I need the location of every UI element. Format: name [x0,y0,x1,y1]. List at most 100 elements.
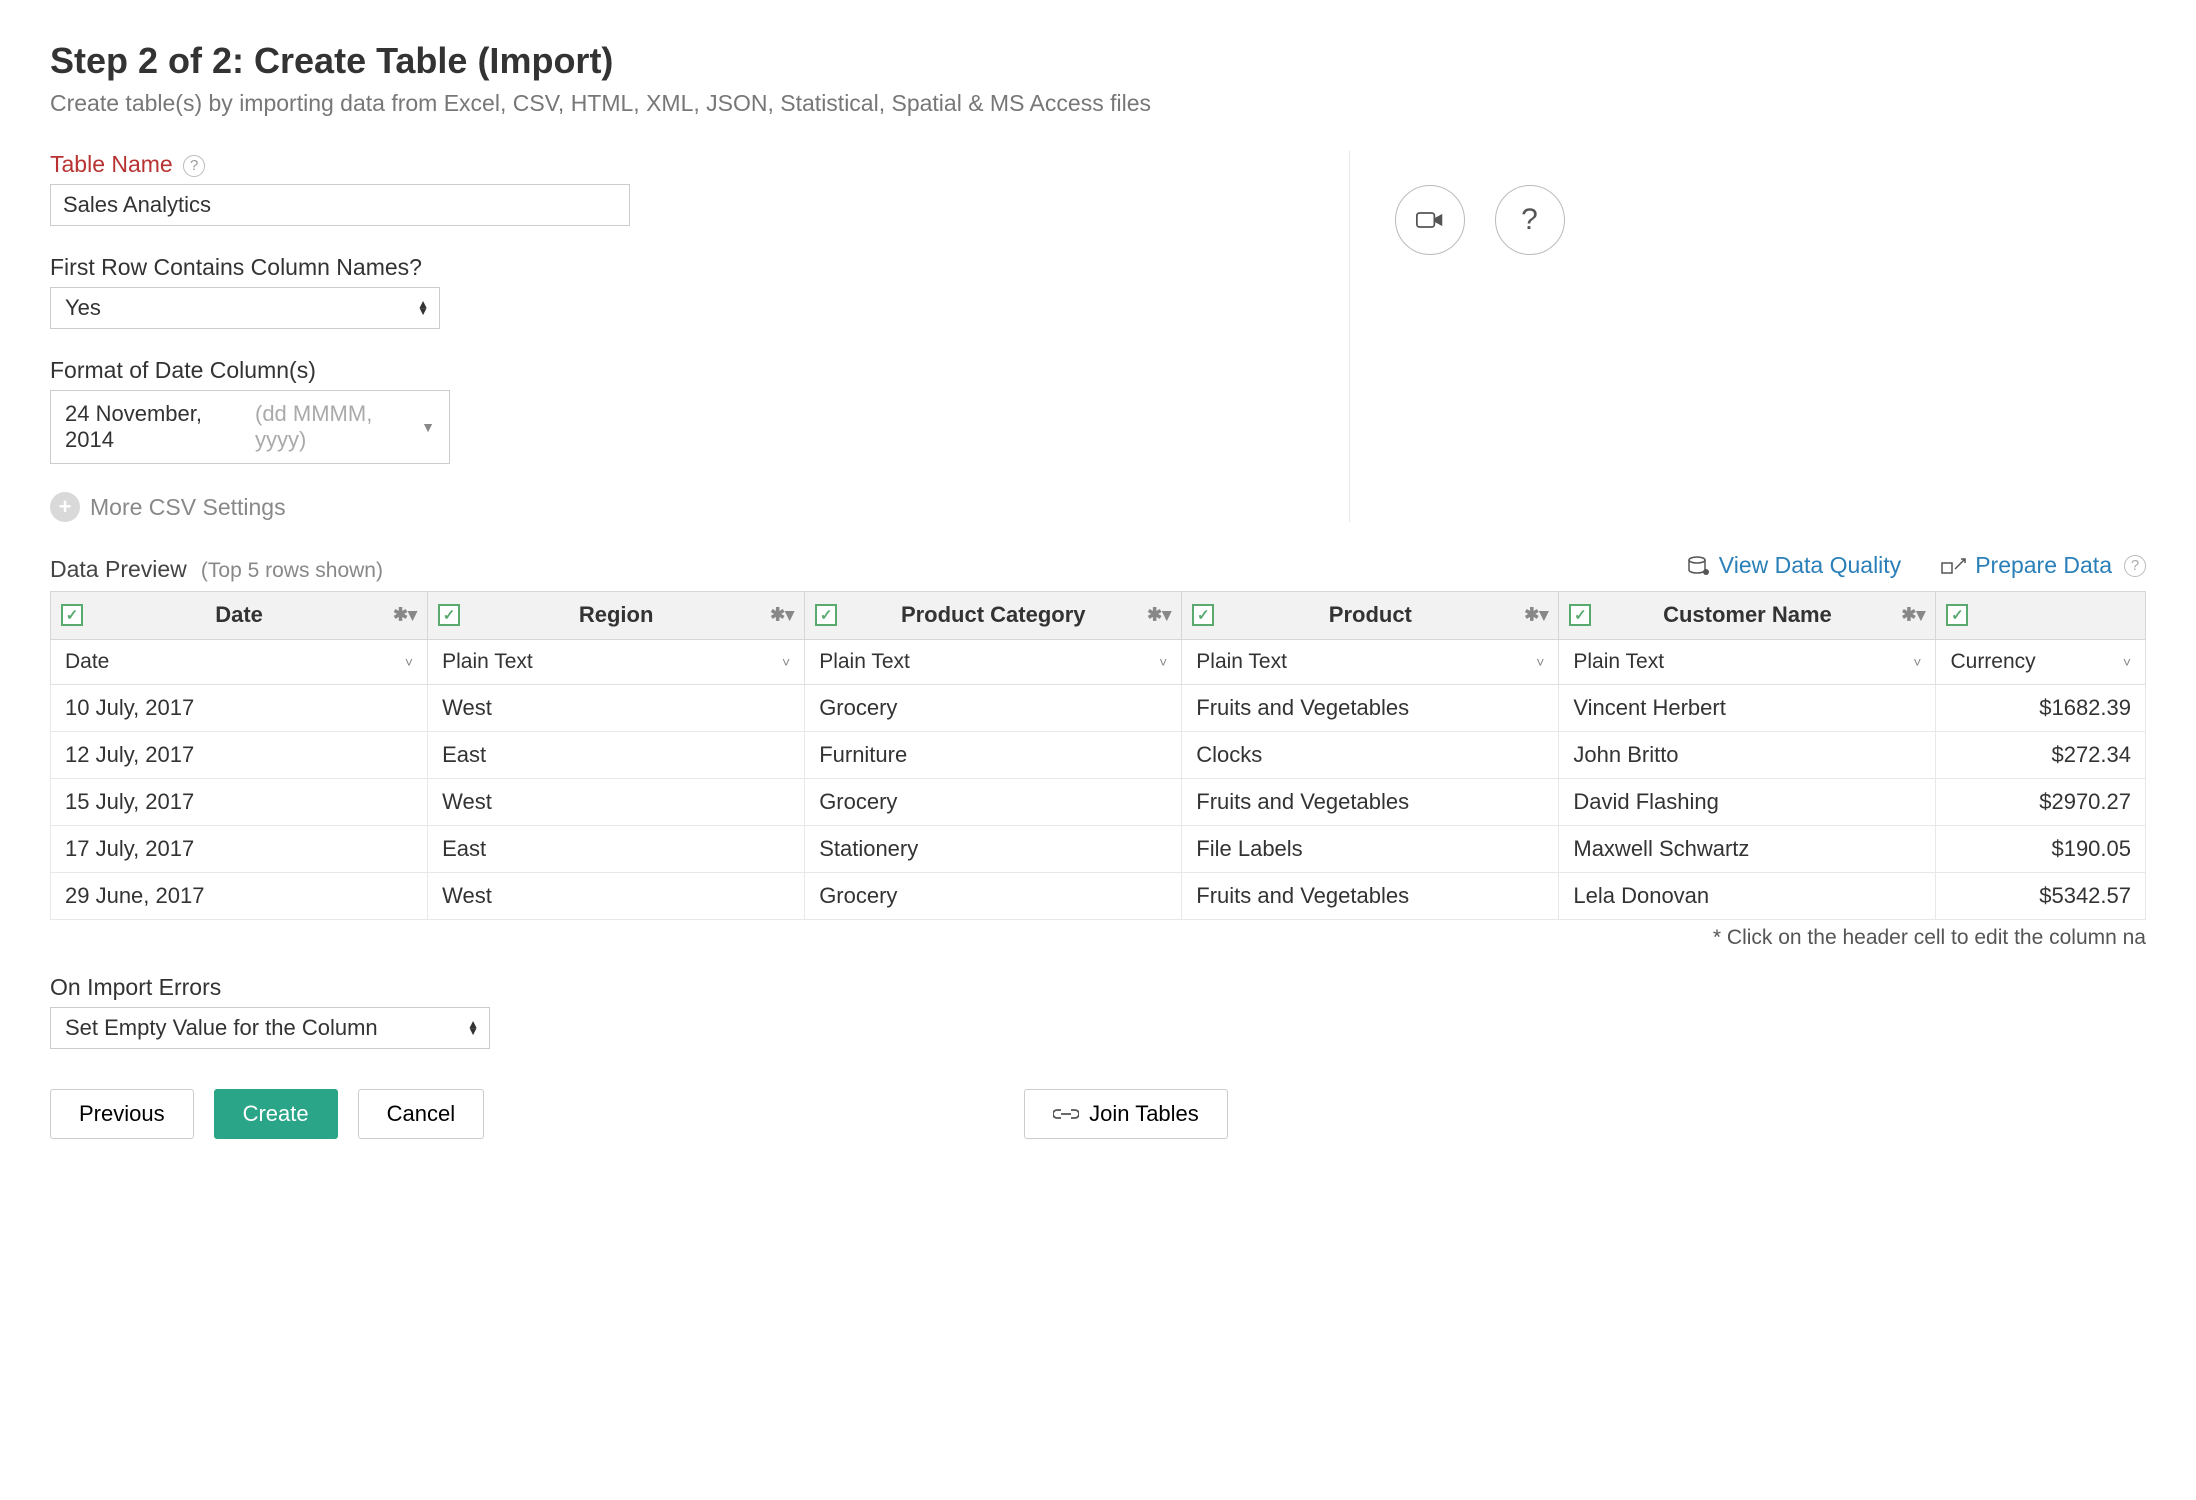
table-cell: Vincent Herbert [1559,684,1936,731]
create-button[interactable]: Create [214,1089,338,1139]
join-tables-button[interactable]: Join Tables [1024,1089,1228,1139]
table-cell: File Labels [1182,825,1559,872]
table-cell: Grocery [805,684,1182,731]
table-cell: Lela Donovan [1559,872,1936,919]
table-cell: Clocks [1182,731,1559,778]
table-cell: 15 July, 2017 [51,778,428,825]
column-header[interactable]: ✓Customer Name✱▾ [1559,591,1936,639]
column-include-checkbox[interactable]: ✓ [1192,604,1214,626]
column-header[interactable]: ✓ Region ✱▾ [428,591,805,639]
chevron-down-icon: ˅ [2123,654,2131,670]
column-header[interactable]: ✓ [1936,591,2146,639]
column-name: Product Category [901,602,1086,627]
table-row: 10 July, 2017WestGroceryFruits and Veget… [51,684,2146,731]
table-cell: $5342.57 [1936,872,2146,919]
table-cell: Fruits and Vegetables [1182,872,1559,919]
type-selector-row: Date˅Plain Text˅Plain Text˅Plain Text˅Pl… [51,639,2146,684]
table-row: 12 July, 2017EastFurnitureClocksJohn Bri… [51,731,2146,778]
table-cell: $2970.27 [1936,778,2146,825]
column-name: Date [215,602,263,627]
video-camera-icon [1416,210,1444,230]
date-format-select[interactable]: 24 November, 2014 (dd MMMM, yyyy) ▼ [50,390,450,464]
table-cell: 29 June, 2017 [51,872,428,919]
table-cell: East [428,731,805,778]
column-type-select[interactable]: Plain Text˅ [805,640,1181,684]
header-edit-hint: * Click on the header cell to edit the c… [50,926,2146,950]
select-arrows-icon: ▲▼ [467,1021,479,1035]
table-cell: 17 July, 2017 [51,825,428,872]
table-cell: Fruits and Vegetables [1182,684,1559,731]
chevron-down-icon: ˅ [1913,654,1921,670]
view-data-quality-link[interactable]: View Data Quality [1687,552,1901,579]
table-cell: Grocery [805,872,1182,919]
select-arrows-icon: ▲▼ [417,301,429,315]
column-include-checkbox[interactable]: ✓ [61,604,83,626]
column-include-checkbox[interactable]: ✓ [1569,604,1591,626]
table-name-label: Table Name ? [50,151,1309,178]
table-cell: $1682.39 [1936,684,2146,731]
table-cell: Furniture [805,731,1182,778]
video-tutorial-button[interactable] [1395,185,1465,255]
date-format-label: Format of Date Column(s) [50,357,1309,384]
help-icon[interactable]: ? [2124,555,2146,577]
column-type-select[interactable]: Plain Text˅ [1559,640,1935,684]
date-format-value: 24 November, 2014 [65,401,255,453]
column-type-select[interactable]: Plain Text˅ [1182,640,1558,684]
first-row-select[interactable]: Yes ▲▼ [50,287,440,329]
chevron-down-icon: ˅ [405,654,413,670]
chevron-down-icon: ˅ [1159,654,1167,670]
column-include-checkbox[interactable]: ✓ [438,604,460,626]
column-name: Region [579,602,654,627]
table-cell: Maxwell Schwartz [1559,825,1936,872]
gear-icon[interactable]: ✱▾ [1901,605,1925,626]
prepare-data-link[interactable]: Prepare Data ? [1941,552,2146,579]
chevron-down-icon: ˅ [782,654,790,670]
link-icon [1053,1106,1079,1122]
page-title: Step 2 of 2: Create Table (Import) [50,40,2146,82]
column-header[interactable]: ✓ Product Category ✱▾ [805,591,1182,639]
column-name: Product [1329,602,1412,627]
help-button[interactable]: ? [1495,185,1565,255]
column-header[interactable]: ✓ Date ✱▾ [51,591,428,639]
table-cell: Grocery [805,778,1182,825]
help-icon[interactable]: ? [183,155,205,177]
cancel-button[interactable]: Cancel [358,1089,484,1139]
column-include-checkbox[interactable]: ✓ [1946,604,1968,626]
table-cell: Fruits and Vegetables [1182,778,1559,825]
table-row: 15 July, 2017WestGroceryFruits and Veget… [51,778,2146,825]
table-cell: $190.05 [1936,825,2146,872]
gear-icon[interactable]: ✱▾ [1524,605,1548,626]
chevron-down-icon: ▼ [421,419,435,435]
column-header[interactable]: ✓ Product ✱▾ [1182,591,1559,639]
table-cell: Stationery [805,825,1182,872]
table-cell: David Flashing [1559,778,1936,825]
data-preview-title: Data Preview [50,556,187,582]
import-errors-select[interactable]: Set Empty Value for the Column ▲▼ [50,1007,490,1049]
table-cell: West [428,684,805,731]
table-header-row: ✓ Date ✱▾ ✓ Region ✱▾ ✓ Product Category ✱▾ ✓ Prod… [51,591,2146,639]
database-icon [1687,555,1711,577]
table-cell: $272.34 [1936,731,2146,778]
column-type-select[interactable]: Currency˅ [1936,640,2145,684]
chevron-down-icon: ˅ [1536,654,1544,670]
first-row-label: First Row Contains Column Names? [50,254,1309,281]
table-name-input[interactable] [50,184,630,226]
table-cell: West [428,872,805,919]
more-csv-settings-toggle[interactable]: + More CSV Settings [50,492,1309,522]
table-cell: John Britto [1559,731,1936,778]
plus-icon: + [50,492,80,522]
transform-icon [1941,555,1967,577]
gear-icon[interactable]: ✱▾ [1147,605,1171,626]
page-subtitle: Create table(s) by importing data from E… [50,90,2146,117]
table-row: 17 July, 2017EastStationeryFile LabelsMa… [51,825,2146,872]
column-type-select[interactable]: Plain Text˅ [428,640,804,684]
table-cell: 10 July, 2017 [51,684,428,731]
column-type-select[interactable]: Date˅ [51,640,427,684]
previous-button[interactable]: Previous [50,1089,194,1139]
table-cell: West [428,778,805,825]
table-row: 29 June, 2017WestGroceryFruits and Veget… [51,872,2146,919]
gear-icon[interactable]: ✱▾ [393,605,417,626]
gear-icon[interactable]: ✱▾ [770,605,794,626]
data-preview-table: ✓ Date ✱▾ ✓ Region ✱▾ ✓ Product Category ✱▾ ✓ Prod… [50,591,2146,920]
column-include-checkbox[interactable]: ✓ [815,604,837,626]
